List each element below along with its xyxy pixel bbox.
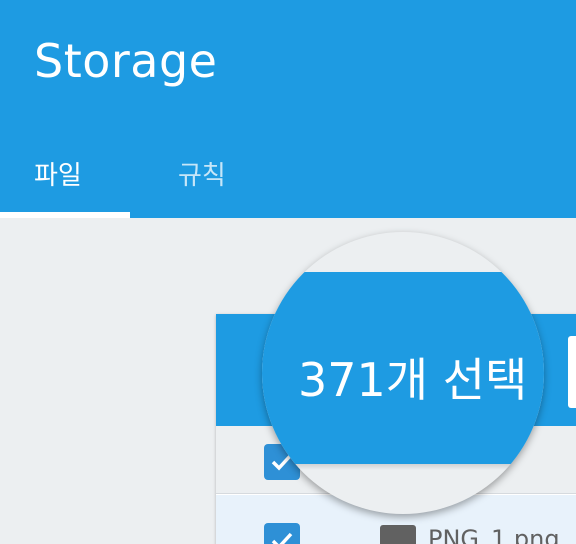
- selection-count-text: 371개 선택: [298, 353, 528, 407]
- toolbar-action-button[interactable]: [568, 336, 576, 408]
- magnified-toolbar-shadow: [262, 464, 544, 470]
- row-checkbox[interactable]: [264, 523, 300, 544]
- magnifier-callout: 371개 선택: [262, 232, 544, 514]
- image-file-icon: [380, 525, 416, 544]
- check-icon: [271, 532, 293, 544]
- active-tab-indicator: [0, 212, 130, 218]
- file-name[interactable]: PNG_1.png: [428, 525, 560, 544]
- tab-rules[interactable]: 규칙: [178, 158, 226, 194]
- tab-files[interactable]: 파일: [34, 158, 82, 194]
- app-header: Storage 파일 규칙: [0, 0, 576, 218]
- page-title: Storage: [34, 34, 218, 88]
